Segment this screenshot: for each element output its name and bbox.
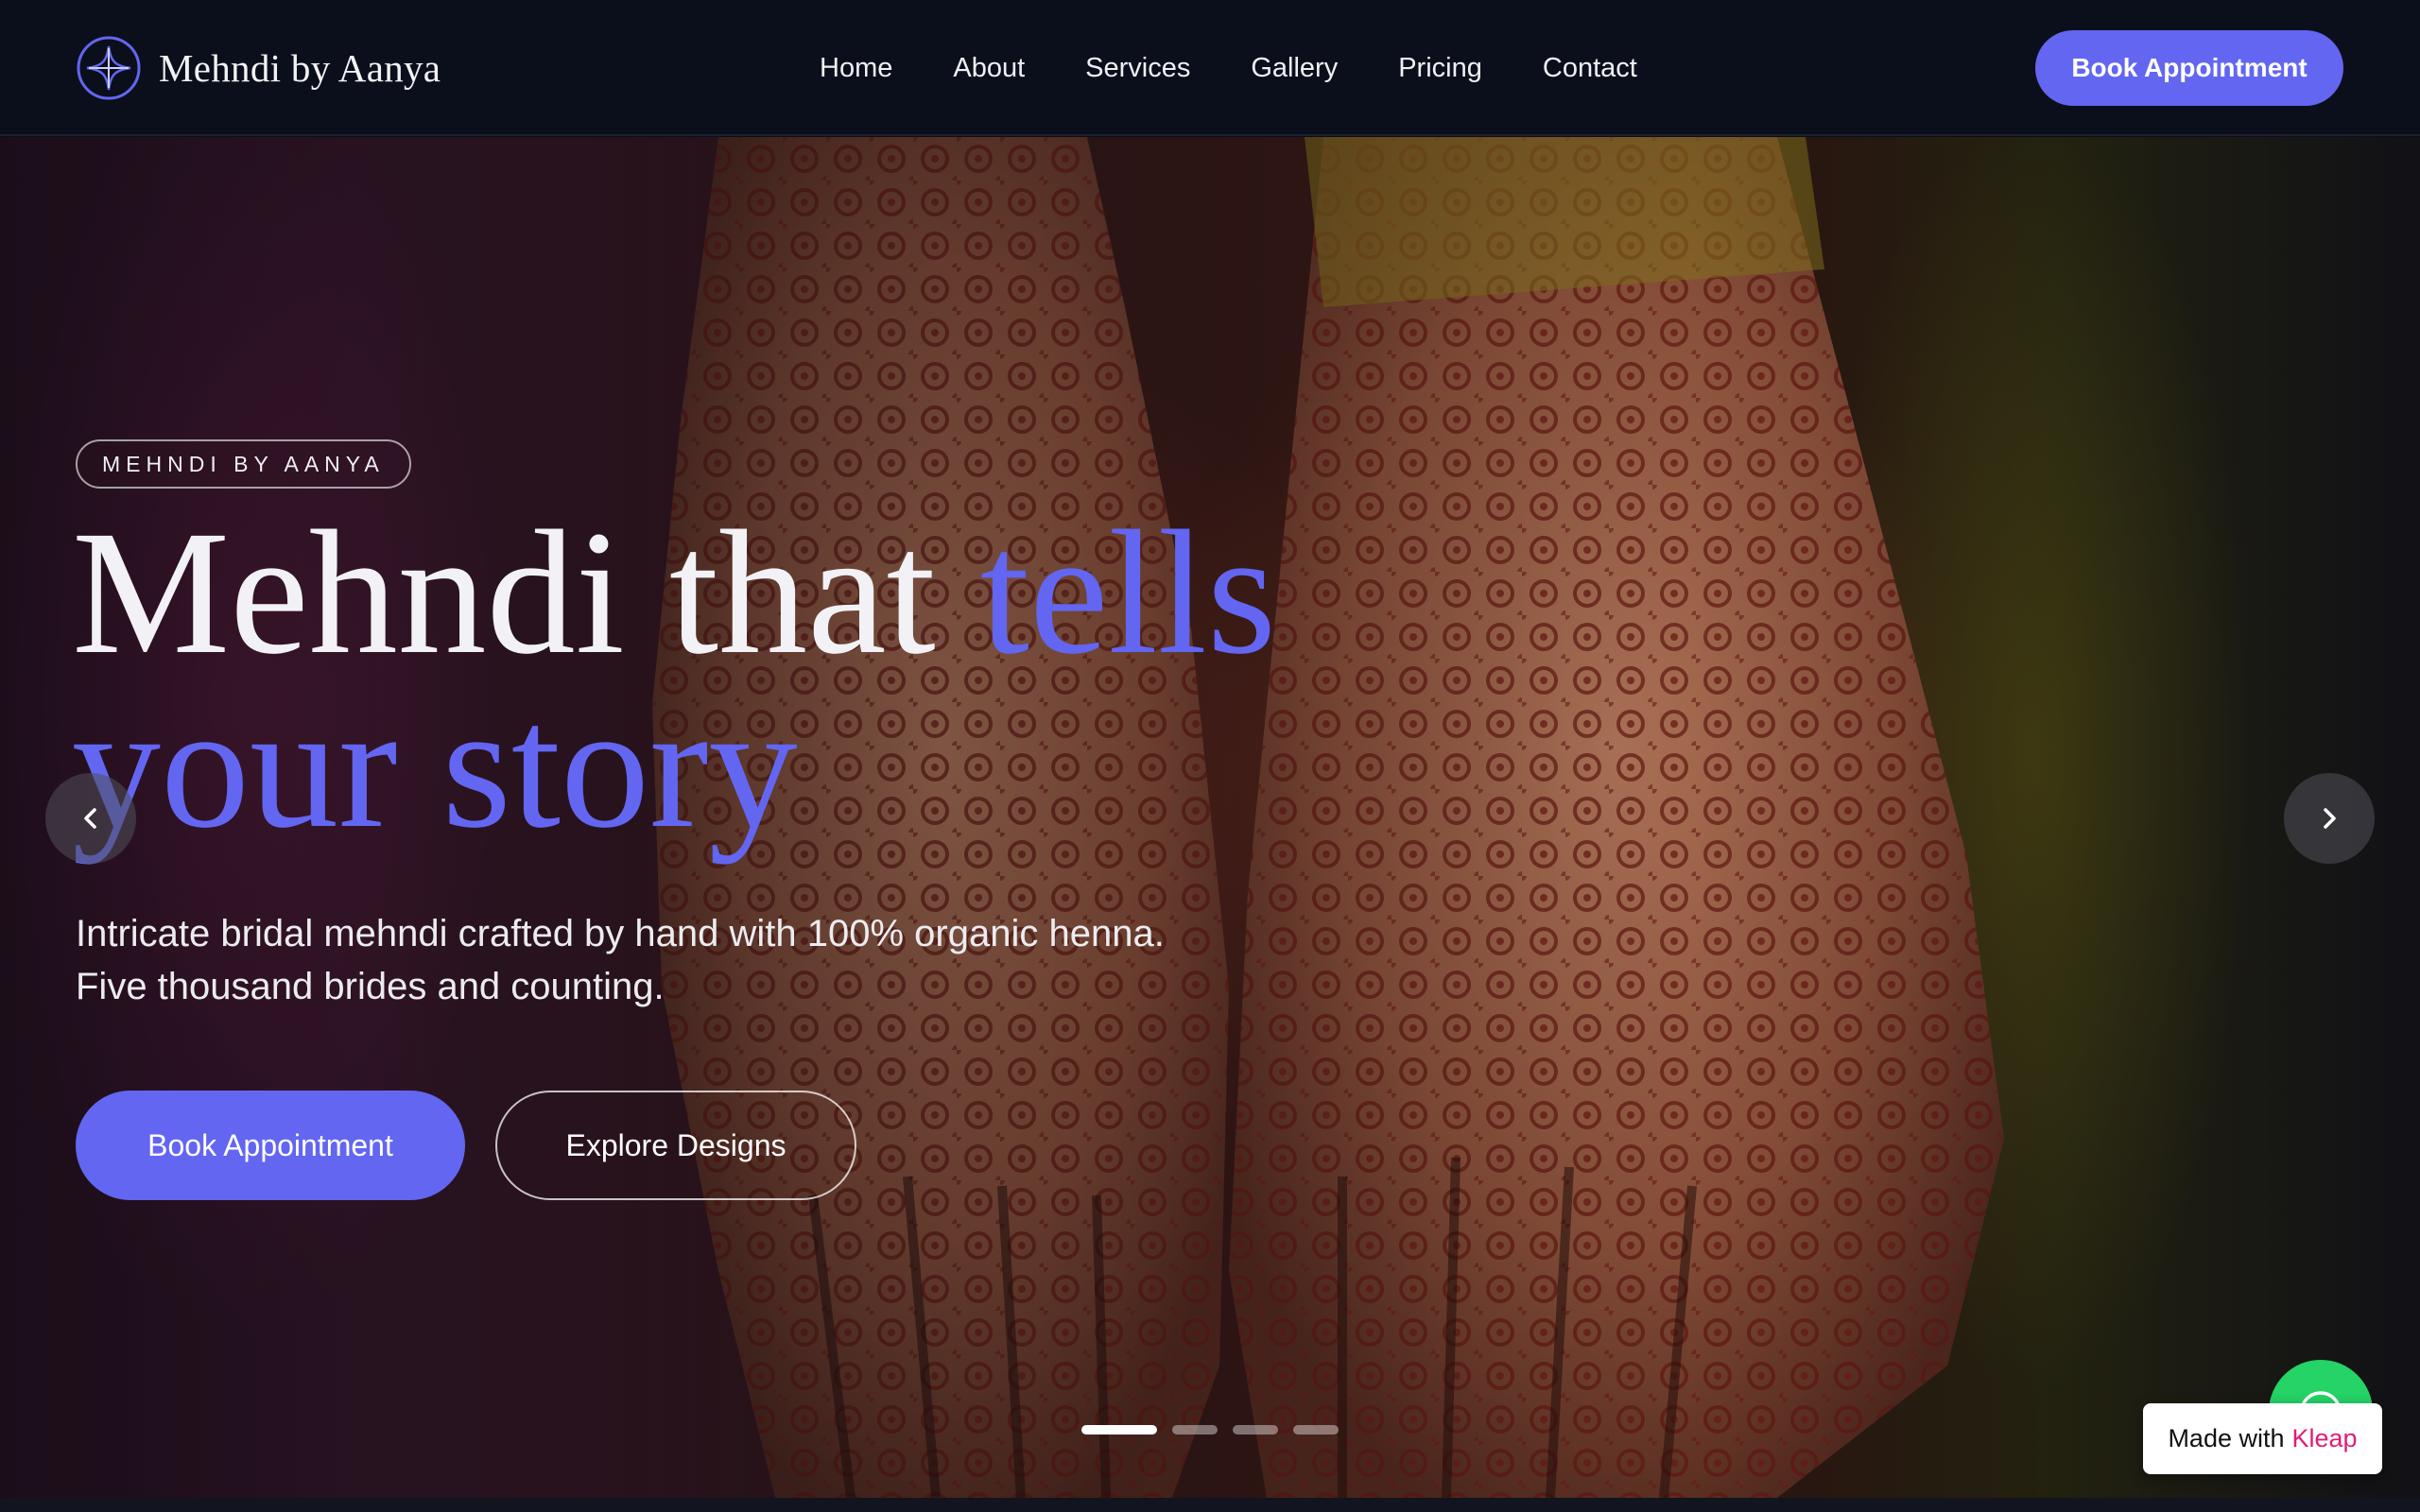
nav-link-about[interactable]: About xyxy=(953,53,1025,84)
nav-link-gallery[interactable]: Gallery xyxy=(1251,53,1338,84)
carousel-dot-3[interactable] xyxy=(1233,1425,1278,1435)
hero-book-appointment-button[interactable]: Book Appointment xyxy=(76,1091,465,1200)
carousel-indicators xyxy=(1081,1425,1339,1435)
carousel-prev-button[interactable] xyxy=(45,773,136,864)
chevron-left-icon xyxy=(84,808,96,829)
main-nav: Home About Services Gallery Pricing Cont… xyxy=(820,0,1637,136)
carousel-dot-1[interactable] xyxy=(1081,1425,1157,1435)
hero-carousel: MEHNDI BY AANYA Mehndi that tells your st… xyxy=(0,137,2420,1498)
page-bottom-strip xyxy=(0,1498,2420,1512)
hero-headline: Mehndi that tells your story xyxy=(72,504,1490,855)
hero-explore-designs-button[interactable]: Explore Designs xyxy=(495,1091,856,1200)
hero-subheadline: Intricate bridal mehndi crafted by hand … xyxy=(76,913,1165,1007)
compass-star-icon xyxy=(77,36,141,100)
nav-link-home[interactable]: Home xyxy=(820,53,892,84)
nav-link-contact[interactable]: Contact xyxy=(1543,53,1637,84)
carousel-next-button[interactable] xyxy=(2284,773,2375,864)
navbar: Mehndi by Aanya Home About Services Gall… xyxy=(0,0,2420,136)
chevron-right-icon xyxy=(2324,808,2336,829)
headline-accent-tells: tells xyxy=(979,493,1277,691)
carousel-dot-4[interactable] xyxy=(1293,1425,1339,1435)
nav-link-services[interactable]: Services xyxy=(1085,53,1190,84)
nav-book-appointment-button[interactable]: Book Appointment xyxy=(2035,30,2343,106)
made-with-label: Made with xyxy=(2168,1424,2285,1452)
brand[interactable]: Mehndi by Aanya xyxy=(76,34,441,102)
kleap-brand-label: Kleap xyxy=(2291,1424,2358,1452)
made-with-kleap-badge[interactable]: Made with Kleap xyxy=(2143,1403,2382,1474)
brand-name: Mehndi by Aanya xyxy=(159,46,441,90)
hero-eyebrow-badge: MEHNDI BY AANYA xyxy=(76,439,411,489)
headline-text: Mehndi that xyxy=(72,493,980,691)
carousel-dot-2[interactable] xyxy=(1172,1425,1218,1435)
headline-accent-your-story: your story xyxy=(72,667,798,865)
nav-link-pricing[interactable]: Pricing xyxy=(1398,53,1482,84)
